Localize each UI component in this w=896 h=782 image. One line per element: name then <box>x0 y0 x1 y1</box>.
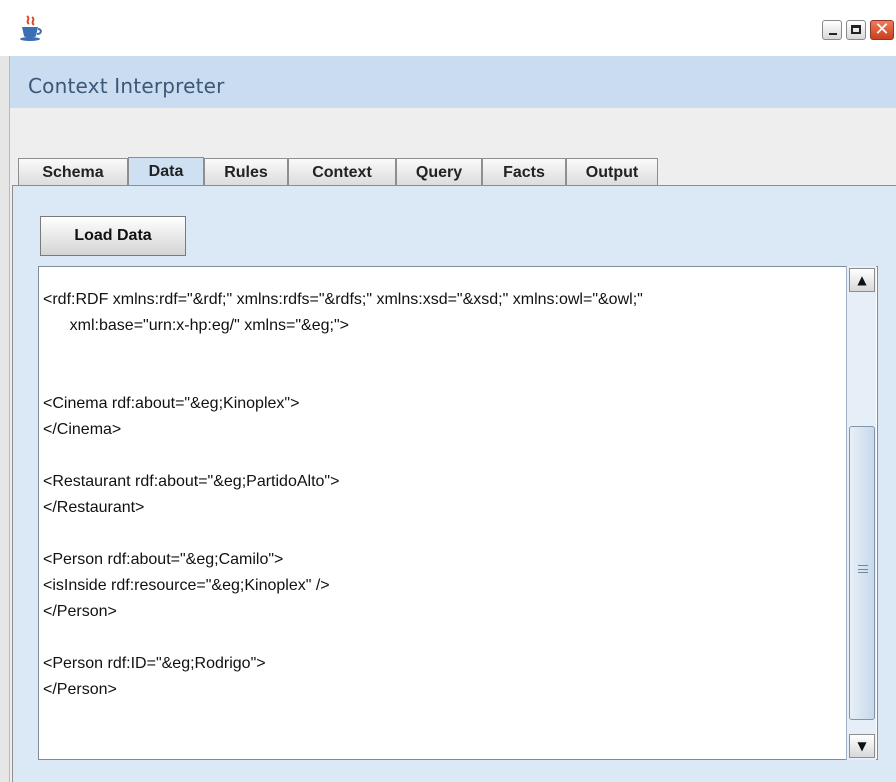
tab-facts[interactable]: Facts <box>482 158 566 185</box>
title-bar[interactable]: ✕ <box>0 0 896 57</box>
text-line: </Restaurant> <box>43 499 145 516</box>
text-line: </Person> <box>43 681 117 698</box>
grip-icon <box>858 565 868 573</box>
tab-schema[interactable]: Schema <box>18 158 128 185</box>
scrollbar-thumb[interactable] <box>849 426 875 720</box>
text-line: <Cinema rdf:about="&eg;Kinoplex"> <box>43 395 300 412</box>
text-line: <Person rdf:about="&eg;Camilo"> <box>43 551 284 568</box>
load-data-button[interactable]: Load Data <box>40 216 186 256</box>
tab-output[interactable]: Output <box>566 158 658 185</box>
text-line: <Restaurant rdf:about="&eg;PartidoAlto"> <box>43 473 340 490</box>
java-coffee-icon <box>20 15 42 41</box>
scroll-up-button[interactable]: ▲ <box>849 268 875 292</box>
scroll-down-button[interactable]: ▼ <box>849 734 875 758</box>
text-line: <Person rdf:ID="&eg;Rodrigo"> <box>43 655 266 672</box>
minimize-button[interactable] <box>822 20 842 40</box>
tab-query[interactable]: Query <box>396 158 482 185</box>
tab-context[interactable]: Context <box>288 158 396 185</box>
text-line: <isInside rdf:resource="&eg;Kinoplex" /> <box>43 577 330 594</box>
vertical-scrollbar[interactable]: ▲ ▼ <box>846 266 876 760</box>
tab-data[interactable]: Data <box>128 157 204 186</box>
tab-rules[interactable]: Rules <box>204 158 288 185</box>
page-title: Context Interpreter <box>28 74 225 98</box>
close-button[interactable]: ✕ <box>870 20 894 40</box>
text-line: xml:base="urn:x-hp:eg/" xmlns="&eg;"> <box>43 317 349 334</box>
text-line: </Cinema> <box>43 421 122 438</box>
text-line: <rdf:RDF xmlns:rdf="&rdf;" xmlns:rdfs="&… <box>43 291 643 308</box>
close-icon: ✕ <box>874 19 890 40</box>
rdf-data-textarea[interactable]: <rdf:RDF xmlns:rdf="&rdf;" xmlns:rdfs="&… <box>38 266 878 760</box>
window-left-border <box>0 56 10 782</box>
maximize-button[interactable] <box>846 20 866 40</box>
app-header: Context Interpreter <box>10 56 896 108</box>
app-window: ✕ Context Interpreter Schema Data Rules … <box>0 0 896 782</box>
text-line: </Person> <box>43 603 117 620</box>
